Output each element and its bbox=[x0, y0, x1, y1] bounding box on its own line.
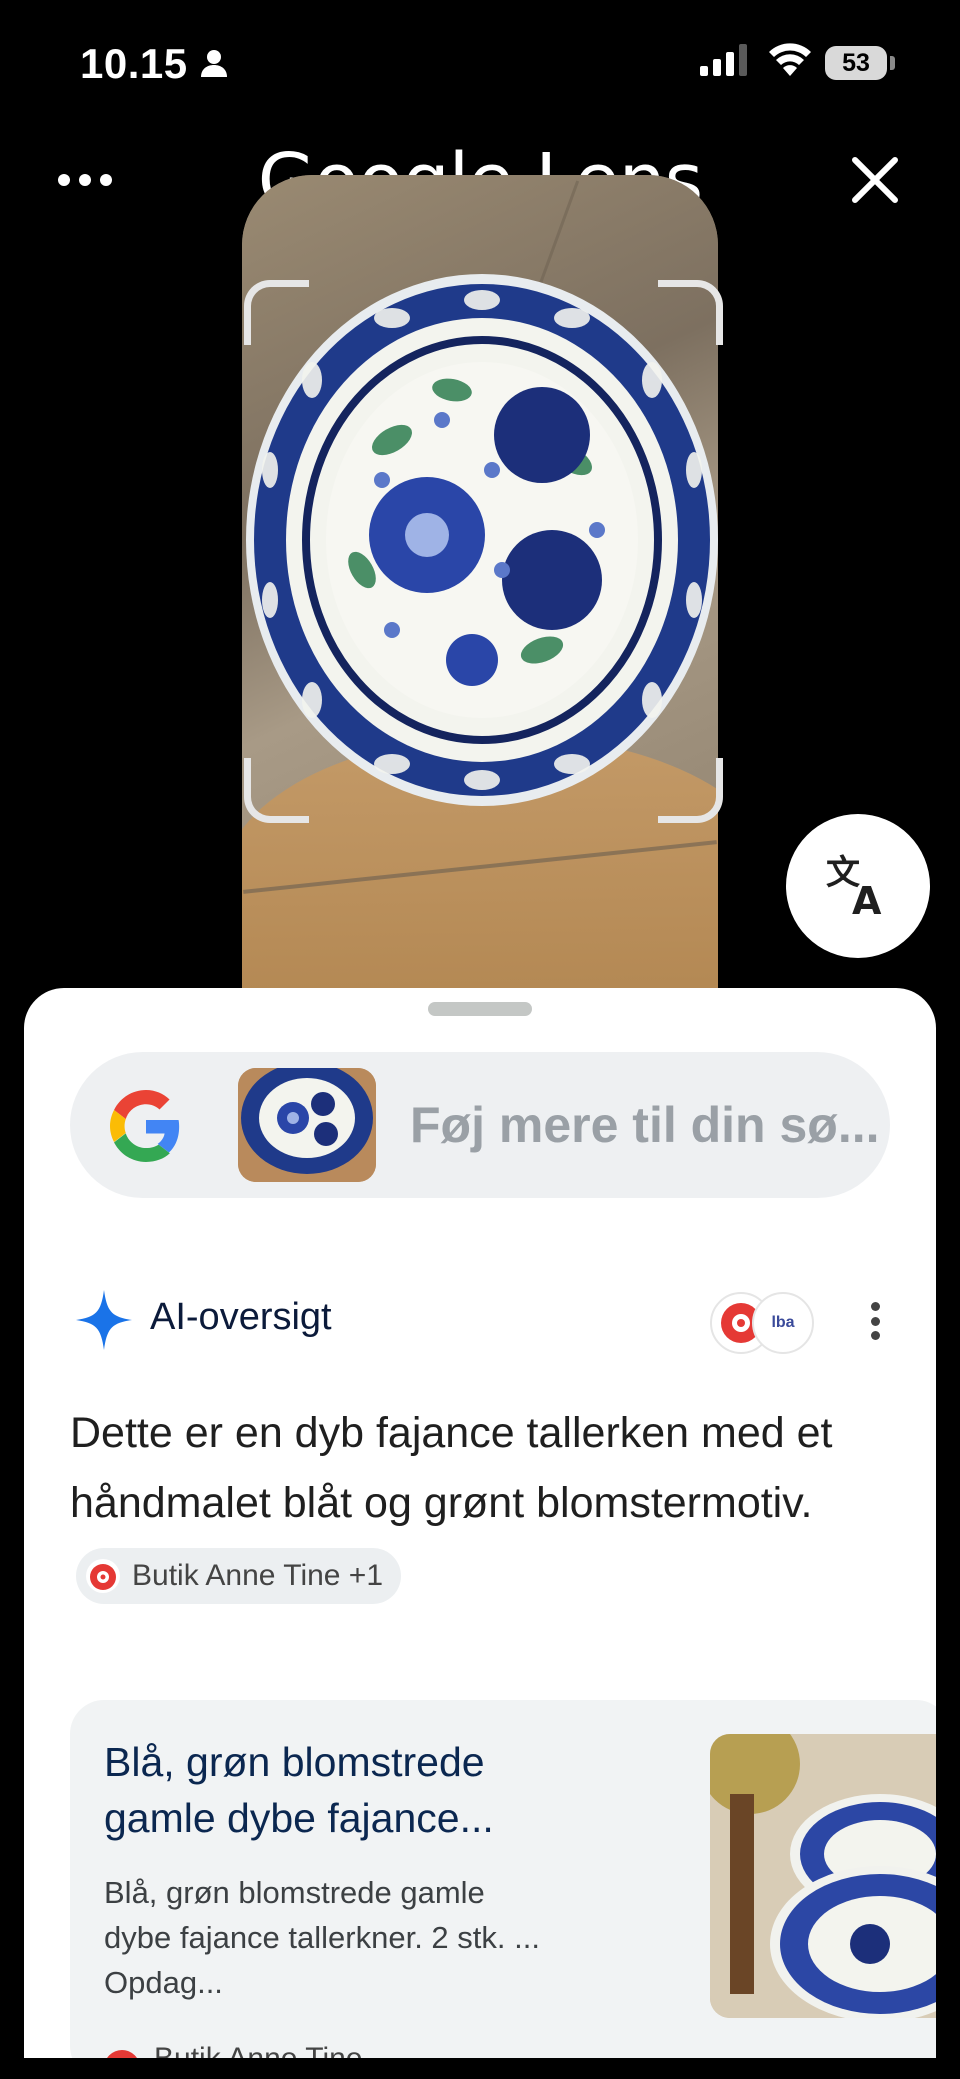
person-icon bbox=[200, 48, 228, 83]
more-vert-icon[interactable] bbox=[860, 1296, 890, 1346]
citation-chip[interactable]: Butik Anne Tine +1 bbox=[76, 1547, 402, 1604]
ai-overview-text: Dette er en dyb fajance tallerken med et… bbox=[70, 1398, 890, 1608]
source-badges[interactable]: lba bbox=[710, 1292, 820, 1354]
crop-corner-top-right[interactable] bbox=[658, 280, 723, 345]
ai-overview-title: AI-oversigt bbox=[150, 1296, 332, 1338]
result-description: Blå, grøn blomstrede gamle dybe fajance … bbox=[104, 1875, 540, 2000]
ai-overview-header: AI-oversigt lba bbox=[74, 1288, 904, 1354]
close-icon[interactable] bbox=[845, 150, 905, 210]
plate-image bbox=[246, 274, 718, 806]
sparkle-icon bbox=[74, 1288, 134, 1357]
result-source[interactable]: Butik Anne Tine bbox=[154, 2042, 362, 2058]
search-input[interactable]: Føj mere til din sø... bbox=[70, 1052, 890, 1198]
svg-text:A: A bbox=[852, 879, 882, 918]
status-bar: 10.15 53 bbox=[0, 0, 960, 120]
result-image[interactable] bbox=[710, 1734, 936, 2018]
battery-icon: 53 bbox=[825, 46, 887, 80]
translate-icon: 文 A bbox=[826, 854, 882, 918]
status-time: 10.15 bbox=[80, 40, 188, 87]
captured-photo bbox=[242, 175, 718, 995]
crop-corner-top-left[interactable] bbox=[244, 280, 309, 345]
ai-overview-body: Dette er en dyb fajance tallerken med et… bbox=[70, 1409, 833, 1527]
signal-icon bbox=[700, 44, 750, 81]
result-source-favicon-icon bbox=[104, 2050, 140, 2058]
crop-corner-bottom-left[interactable] bbox=[244, 758, 309, 823]
source-favicon-2: lba bbox=[752, 1292, 814, 1354]
crop-corner-bottom-right[interactable] bbox=[658, 758, 723, 823]
result-title[interactable]: Blå, grøn blomstrede gamle dybe fajance.… bbox=[104, 1734, 534, 1846]
wifi-icon bbox=[768, 42, 812, 81]
citation-label: Butik Anne Tine +1 bbox=[132, 1558, 384, 1592]
results-sheet[interactable]: Føj mere til din sø... AI-oversigt lba D… bbox=[24, 988, 936, 2058]
translate-button[interactable]: 文 A bbox=[786, 814, 930, 958]
google-logo-icon bbox=[110, 1090, 182, 1167]
sheet-drag-handle[interactable] bbox=[428, 1002, 532, 1016]
battery-cap bbox=[890, 56, 895, 70]
search-image-thumbnail[interactable] bbox=[238, 1068, 376, 1182]
result-card[interactable]: Blå, grøn blomstrede gamle dybe fajance.… bbox=[70, 1700, 936, 2058]
search-placeholder: Føj mere til din sø... bbox=[410, 1097, 880, 1153]
citation-favicon-icon bbox=[86, 1558, 120, 1593]
